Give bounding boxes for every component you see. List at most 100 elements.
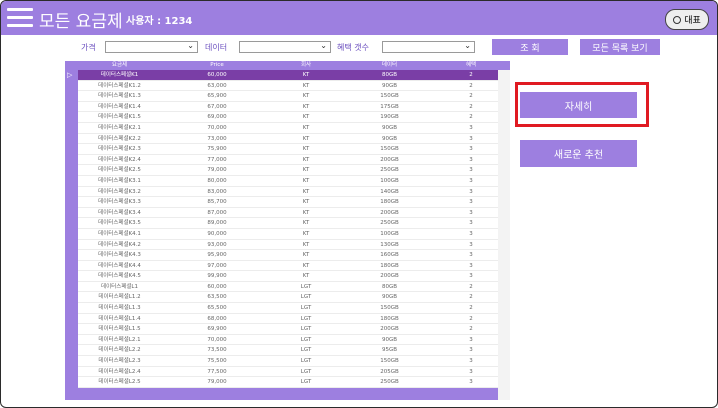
table-cell: KT	[302, 114, 310, 121]
table-row[interactable]: 데이터스페셜L1.2 63,500 LGT 90GB 2	[78, 292, 498, 304]
table-cell: LGT	[300, 283, 312, 290]
table-cell: 190GB	[380, 114, 399, 121]
table-row[interactable]: 데이터스페셜K4.4 97,000 KT 180GB 3	[78, 260, 498, 272]
table-cell: 데이터스페셜K2.3	[98, 146, 141, 153]
table-cell: 250GB	[380, 220, 399, 227]
table-cell: 데이터스페셜K1.5	[98, 114, 141, 121]
table-cell: 80,000	[207, 177, 227, 184]
column-header-plan[interactable]: 요금제	[78, 61, 161, 70]
table-row[interactable]: 데이터스페셜K4.5 99,900 KT 200GB 3	[78, 271, 498, 282]
table-cell: 73,000	[207, 135, 227, 142]
table-scrollbar[interactable]	[498, 70, 510, 400]
table-row[interactable]: 데이터스페셜L1 60,000 LGT 80GB 2	[78, 281, 498, 293]
search-button[interactable]: 조 회	[492, 39, 568, 55]
benefits-filter-label: 혜택 갯수	[337, 43, 369, 52]
table-cell: LGT	[300, 358, 312, 365]
table-cell: 75,500	[207, 358, 227, 365]
table-cell: KT	[302, 262, 310, 269]
table-row[interactable]: 데이터스페셜K2.1 70,000 KT 90GB 3	[78, 122, 498, 134]
table-cell: 63,000	[207, 82, 227, 89]
table-cell: 데이터스페셜L2.1	[98, 336, 141, 343]
table-cell: KT	[302, 177, 310, 184]
table-cell: 68,000	[207, 315, 227, 322]
table-cell: 200GB	[380, 326, 399, 333]
table-row[interactable]: 데이터스페셜K1.3 65,900 KT 150GB 2	[78, 91, 498, 102]
table-row[interactable]: 데이터스페셜K3.3 85,700 KT 180GB 3	[78, 197, 498, 208]
table-cell: KT	[302, 103, 310, 110]
table-cell: 90GB	[381, 82, 398, 89]
table-cell: LGT	[300, 326, 312, 333]
table-cell: 데이터스페셜K2.5	[98, 167, 141, 174]
table-row[interactable]: 데이터스페셜K3.4 87,000 KT 200GB 3	[78, 207, 498, 219]
table-cell: 79,000	[207, 379, 227, 386]
table-cell: 80GB	[381, 72, 398, 78]
table-cell: 데이터스페셜L2.3	[98, 358, 141, 365]
table-cell: KT	[302, 72, 310, 78]
table-cell: KT	[302, 188, 310, 195]
table-row[interactable]: 데이터스페셜K2.4 77,000 KT 200GB 3	[78, 154, 498, 166]
table-row[interactable]: 데이터스페셜K1.4 67,000 KT 175GB 2	[78, 101, 498, 113]
menu-icon[interactable]	[7, 8, 33, 28]
column-header-price[interactable]: Price	[178, 61, 256, 70]
table-row[interactable]: 데이터스페셜K4.3 95,900 KT 160GB 3	[78, 250, 498, 261]
carrier-filter-select[interactable]: ⌄	[105, 41, 198, 53]
table-row[interactable]: 데이터스페셜K1 60,000 KT 80GB 2	[78, 70, 498, 81]
table-row[interactable]: 데이터스페셜K3.5 89,000 KT 250GB 3	[78, 218, 498, 229]
column-header-benefits[interactable]: 혜택	[431, 61, 511, 70]
rep-button-label: 대표	[684, 16, 701, 26]
data-filter-select[interactable]: ⌄	[239, 41, 331, 53]
table-row[interactable]: 데이터스페셜L2.3 75,500 LGT 150GB 3	[78, 356, 498, 367]
table-cell: 67,000	[207, 103, 227, 110]
table-cell: 250GB	[380, 167, 399, 174]
table-cell: 65,500	[207, 305, 227, 312]
benefits-filter-select[interactable]: ⌄	[382, 41, 475, 53]
rep-button[interactable]: 대표	[665, 9, 709, 30]
table-cell: 75,900	[207, 146, 227, 153]
table-cell: 데이터스페셜K3.4	[98, 209, 141, 216]
table-cell: 데이터스페셜K4.4	[98, 262, 141, 269]
table-cell: 69,000	[207, 114, 227, 121]
table-cell: 100GB	[380, 230, 399, 237]
table-cell: 데이터스페셜L2.4	[98, 368, 141, 375]
table-row[interactable]: 데이터스페셜L2.5 79,000 LGT 250GB 3	[78, 377, 498, 388]
table-row[interactable]: 데이터스페셜L2.1 70,000 LGT 90GB 3	[78, 334, 498, 346]
table-cell: 데이터스페셜K4.1	[98, 230, 141, 237]
table-cell: 200GB	[380, 209, 399, 216]
table-row[interactable]: 데이터스페셜L2.4 77,500 LGT 205GB 3	[78, 366, 498, 378]
table-cell: 150GB	[380, 146, 399, 153]
table-cell: 95GB	[381, 347, 398, 354]
column-header-data[interactable]: 데이터	[348, 61, 431, 70]
table-row[interactable]: 데이터스페셜L1.3 65,500 LGT 150GB 2	[78, 303, 498, 314]
table-row[interactable]: 데이터스페셜K2.2 73,000 KT 90GB 3	[78, 133, 498, 145]
table-cell: 90GB	[381, 336, 398, 343]
view-all-button[interactable]: 모든 목록 보기	[580, 39, 660, 55]
table-row[interactable]: 데이터스페셜K1.5 69,000 KT 190GB 2	[78, 112, 498, 123]
table-cell: 데이터스페셜K4.5	[98, 273, 141, 280]
highlight-box	[515, 82, 649, 127]
title-bar: 모든 요금제 사용자 : 1234 대표	[1, 1, 717, 35]
table-row[interactable]: 데이터스페셜L1.4 68,000 LGT 180GB 2	[78, 313, 498, 325]
table-row[interactable]: 데이터스페셜K1.2 63,000 KT 90GB 2	[78, 80, 498, 92]
table-cell: LGT	[300, 315, 312, 322]
table-cell: 150GB	[380, 93, 399, 100]
table-row[interactable]: 데이터스페셜K3.1 80,000 KT 100GB 3	[78, 175, 498, 187]
table-row[interactable]: 데이터스페셜L2.2 73,500 LGT 95GB 3	[78, 345, 498, 357]
table-cell: 69,900	[207, 326, 227, 333]
column-header-carrier[interactable]: 회사	[264, 61, 348, 70]
table-row[interactable]: 데이터스페셜K2.5 79,000 KT 250GB 3	[78, 165, 498, 176]
table-row[interactable]: 데이터스페셜L1.5 69,900 LGT 200GB 2	[78, 324, 498, 335]
table-row[interactable]: 데이터스페셜K3.2 83,000 KT 140GB 3	[78, 186, 498, 198]
table-row[interactable]: 데이터스페셜K2.3 75,900 KT 150GB 3	[78, 144, 498, 155]
table-row[interactable]: 데이터스페셜K4.2 93,000 KT 130GB 3	[78, 239, 498, 251]
data-filter-label: 데이터	[205, 43, 228, 52]
table-cell: 데이터스페셜K3.1	[98, 177, 141, 184]
table-cell: 93,000	[207, 241, 227, 248]
table-cell: LGT	[300, 294, 312, 301]
new-recommend-button[interactable]: 새로운 추천	[520, 140, 637, 167]
table-cell: 73,500	[207, 347, 227, 354]
table-row[interactable]: 데이터스페셜K4.1 90,000 KT 100GB 3	[78, 228, 498, 240]
table-cell: 97,000	[207, 262, 227, 269]
table-cell: KT	[302, 209, 310, 216]
table-cell: LGT	[300, 379, 312, 386]
table-cell: 80GB	[381, 283, 398, 290]
